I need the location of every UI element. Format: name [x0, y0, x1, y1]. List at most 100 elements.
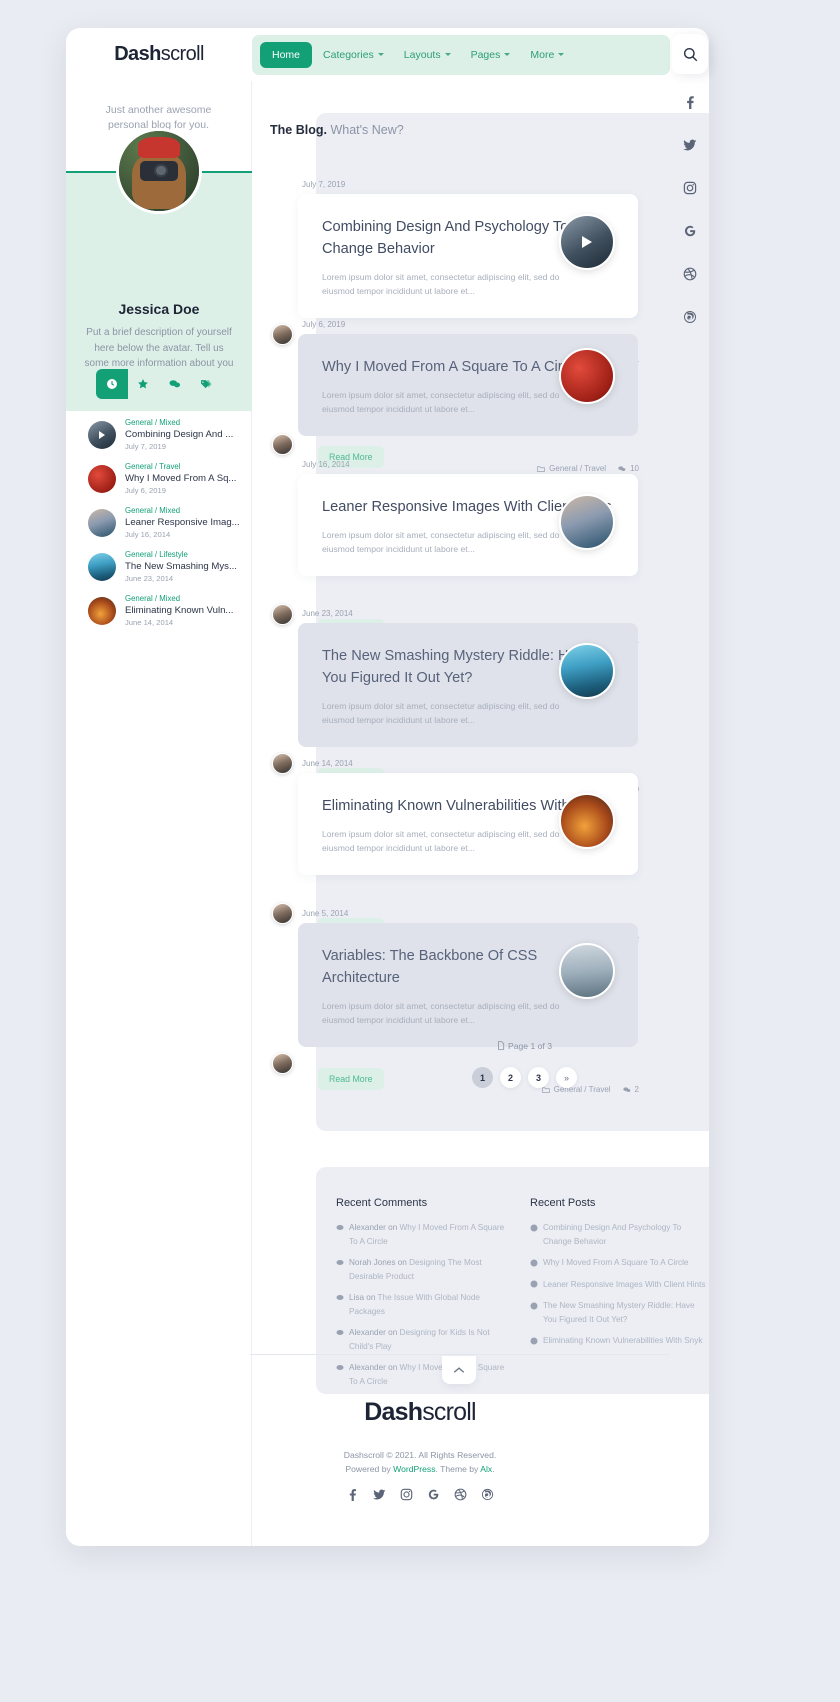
pagination-next[interactable]: »: [556, 1067, 577, 1088]
post-thumbnail[interactable]: [559, 494, 615, 550]
clock-icon: [530, 1224, 538, 1231]
search-button[interactable]: [672, 34, 708, 74]
post-title[interactable]: Eliminating Known Vuln...: [125, 604, 233, 617]
post-category[interactable]: General / Lifestyle: [125, 549, 237, 560]
footer-facebook-link[interactable]: [346, 1488, 359, 1506]
recent-post-link[interactable]: Eliminating Known Vulnerabilities With S…: [543, 1334, 702, 1348]
post-category[interactable]: General / Mixed: [125, 593, 233, 604]
rail-twitter-link[interactable]: [683, 138, 697, 157]
post-thumbnail[interactable]: [559, 943, 615, 999]
footer-copyright-line: Dashscroll © 2021. All Rights Reserved.: [343, 1450, 497, 1460]
nav-item-layouts[interactable]: Layouts: [395, 43, 460, 67]
post-comment-count[interactable]: 10: [618, 464, 639, 473]
clock-icon: [106, 379, 117, 389]
recent-post-link[interactable]: Combining Design And Psychology To Chang…: [543, 1221, 708, 1248]
post-date: June 23, 2014: [302, 609, 353, 618]
post-excerpt: Lorem ipsum dolor sit amet, consectetur …: [322, 829, 560, 853]
post-title[interactable]: The New Smashing Mys...: [125, 560, 237, 573]
list-item[interactable]: Why I Moved From A Square To A Circle: [530, 1256, 708, 1270]
tab-recent[interactable]: [96, 369, 128, 399]
back-to-top-button[interactable]: [442, 1356, 476, 1384]
list-item[interactable]: Leaner Responsive Images With Client Hin…: [530, 1278, 708, 1292]
google-icon: [428, 1489, 439, 1500]
list-item[interactable]: Lisa on The Issue With Global Node Packa…: [336, 1291, 514, 1318]
comment-author: Lisa on: [349, 1293, 378, 1302]
post-category[interactable]: General / Travel: [537, 464, 606, 473]
post-thumbnail[interactable]: [559, 793, 615, 849]
post-category[interactable]: General / Mixed: [125, 417, 233, 428]
post-thumbnail[interactable]: [559, 643, 615, 699]
post-date: June 14, 2014: [302, 759, 353, 768]
theme-author-link[interactable]: Alx: [480, 1464, 492, 1474]
search-icon: [683, 47, 697, 61]
author-avatar: [272, 1053, 293, 1074]
tab-tags[interactable]: [191, 369, 223, 399]
pagination-page-3[interactable]: 3: [528, 1067, 549, 1088]
footer-credits-line: Powered by WordPress. Theme by Alx.: [0, 1462, 840, 1476]
twitter-icon: [683, 139, 697, 151]
footer-logo[interactable]: Dashscroll: [0, 1398, 840, 1427]
post-category[interactable]: General / Mixed: [125, 505, 240, 516]
rail-facebook-link[interactable]: [683, 95, 697, 114]
nav-item-categories-label: Categories: [323, 48, 374, 61]
tab-comments[interactable]: [159, 369, 191, 399]
widget-recent-comments: Recent Comments Alexander on Why I Moved…: [336, 1197, 514, 1396]
post-thumbnail[interactable]: [559, 348, 615, 404]
recent-post-link[interactable]: The New Smashing Mystery Riddle: Have Yo…: [543, 1299, 708, 1326]
rail-google-link[interactable]: [683, 224, 697, 243]
pagination-page-1[interactable]: 1: [472, 1067, 493, 1088]
recent-post-link[interactable]: Why I Moved From A Square To A Circle: [543, 1256, 688, 1270]
pagination-page-2[interactable]: 2: [500, 1067, 521, 1088]
list-item[interactable]: The New Smashing Mystery Riddle: Have Yo…: [530, 1299, 708, 1326]
footer-500px-link[interactable]: [481, 1488, 494, 1506]
comment-author: Alexander on: [349, 1328, 400, 1337]
nav-item-home-label: Home: [272, 48, 301, 61]
site-logo[interactable]: Dashscroll: [66, 43, 252, 66]
list-item[interactable]: Alexander on Designing for Kids Is Not C…: [336, 1326, 514, 1353]
rail-dribbble-link[interactable]: [683, 267, 697, 286]
post-date: June 14, 2014: [125, 618, 174, 627]
nav-item-more-label: More: [530, 48, 555, 61]
rail-instagram-link[interactable]: [683, 181, 697, 200]
post-category[interactable]: General / Travel: [125, 461, 236, 472]
post-title[interactable]: Why I Moved From A Sq...: [125, 472, 236, 485]
page-root: Dashscroll Home Categories Layouts Pages: [0, 0, 840, 1702]
list-item[interactable]: General / Mixed Leaner Responsive Imag..…: [88, 505, 242, 540]
list-item[interactable]: Alexander on Why I Moved From A Square T…: [336, 1361, 514, 1388]
theme-prefix: . Theme by: [435, 1464, 481, 1474]
footer-logo-bold: Dash: [364, 1398, 423, 1426]
post-title[interactable]: Leaner Responsive Imag...: [125, 516, 240, 529]
500px-icon: [481, 1488, 494, 1501]
recent-post-link[interactable]: Leaner Responsive Images With Client Hin…: [543, 1278, 705, 1292]
nav-item-more[interactable]: More: [521, 43, 573, 67]
nav-item-home[interactable]: Home: [260, 41, 313, 68]
list-item[interactable]: General / Mixed Combining Design And ...…: [88, 417, 242, 452]
list-item[interactable]: Norah Jones on Designing The Most Desira…: [336, 1256, 514, 1283]
chevron-up-icon: [453, 1366, 465, 1373]
list-item[interactable]: Combining Design And Psychology To Chang…: [530, 1221, 708, 1248]
clock-icon: [530, 1337, 538, 1344]
post-title[interactable]: Combining Design And ...: [125, 428, 233, 441]
footer-google-link[interactable]: [427, 1488, 440, 1506]
wordpress-link[interactable]: WordPress: [393, 1464, 435, 1474]
post-thumbnail[interactable]: [559, 214, 615, 270]
page-title: The Blog. What's New?: [270, 123, 404, 137]
list-item[interactable]: General / Mixed Eliminating Known Vuln..…: [88, 593, 242, 628]
footer-dribbble-link[interactable]: [454, 1488, 467, 1506]
sidebar: Just another awesome personal blog for y…: [66, 81, 252, 1546]
tab-popular[interactable]: [128, 369, 160, 399]
nav-item-categories[interactable]: Categories: [314, 43, 393, 67]
post-meta: General / Travel 10: [537, 464, 639, 473]
nav-item-pages[interactable]: Pages: [462, 43, 520, 67]
footer-instagram-link[interactable]: [400, 1488, 413, 1506]
clock-icon: [530, 1302, 538, 1309]
list-item[interactable]: General / Lifestyle The New Smashing Mys…: [88, 549, 242, 584]
footer-twitter-link[interactable]: [373, 1488, 386, 1506]
list-item[interactable]: General / Travel Why I Moved From A Sq..…: [88, 461, 242, 496]
list-item[interactable]: Alexander on Why I Moved From A Square T…: [336, 1221, 514, 1248]
footer-copyright: Dashscroll © 2021. All Rights Reserved. …: [0, 1448, 840, 1476]
chevron-down-icon: [504, 53, 511, 56]
profile-name: Jessica Doe: [118, 301, 200, 317]
list-item[interactable]: Eliminating Known Vulnerabilities With S…: [530, 1334, 708, 1348]
rail-500px-link[interactable]: [683, 310, 697, 329]
